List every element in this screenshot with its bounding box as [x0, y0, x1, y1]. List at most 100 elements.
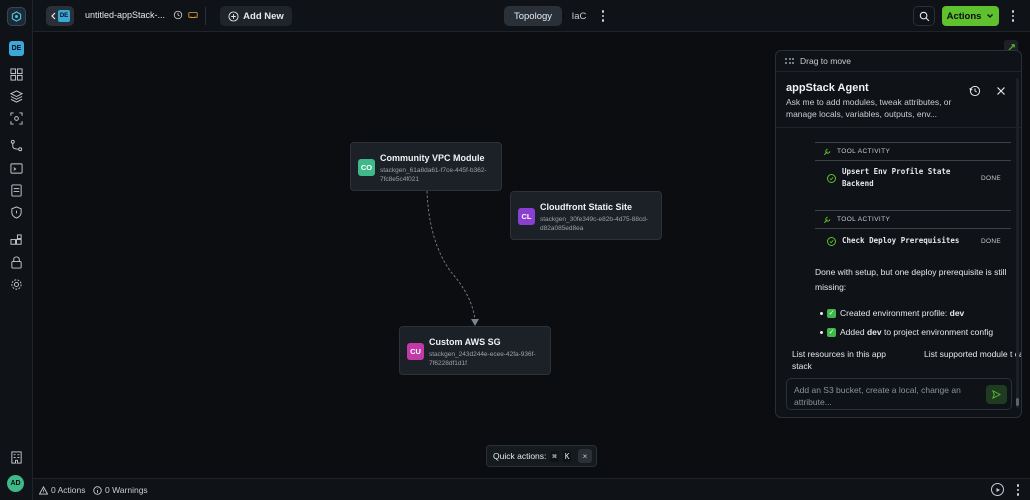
tool-activity-header: TOOL ACTIVITY	[815, 211, 1011, 229]
workspace-badge[interactable]: DE	[9, 41, 24, 56]
node-badge: CU	[407, 343, 424, 360]
grip-icon	[785, 58, 794, 64]
agent-conversation: TOOL ACTIVITY Upsert Env Profile State B…	[776, 129, 1021, 342]
tab-topology[interactable]: Topology	[504, 6, 562, 26]
lock-icon[interactable]	[8, 254, 25, 271]
agent-input-placeholder: Add an S3 bucket, create a local, change…	[794, 385, 961, 407]
agent-subtitle: Ask me to add modules, tweak attributes,…	[786, 97, 952, 119]
search-icon	[919, 11, 929, 21]
dashboard-icon[interactable]	[8, 66, 25, 83]
search-button[interactable]	[913, 6, 935, 26]
tool-activity-header: TOOL ACTIVITY	[815, 143, 1011, 161]
node-title: Cloudfront Static Site	[540, 202, 632, 212]
list-item: ✓ Added dev to project environment confi…	[820, 327, 993, 337]
check-circle-icon	[827, 173, 836, 183]
divider	[205, 7, 206, 25]
wrench-icon	[823, 216, 831, 223]
agent-input[interactable]: Add an S3 bucket, create a local, change…	[786, 378, 1012, 410]
tool-activity-card: TOOL ACTIVITY Check Deploy Prerequisites…	[815, 210, 1011, 253]
tool-row: Check Deploy Prerequisites DONE	[815, 229, 1011, 253]
close-icon[interactable]: ×	[578, 449, 592, 463]
building-icon[interactable]	[8, 449, 25, 466]
history-icon[interactable]	[969, 85, 981, 97]
warnings-status[interactable]: 0 Warnings	[93, 485, 148, 495]
stack-title[interactable]: untitled-appStack-...	[85, 10, 165, 20]
plus-circle-icon	[228, 10, 239, 22]
agent-header: appStack Agent Ask me to add modules, tw…	[776, 72, 1021, 128]
top-bar: DE untitled-appStack-... Add New Topolog…	[33, 0, 1030, 32]
quick-actions-label: Quick actions:	[493, 451, 547, 461]
info-circle-icon	[93, 485, 102, 495]
left-rail: DE AD	[0, 0, 33, 500]
shortcut-key: K	[562, 450, 572, 462]
aws-icon	[188, 12, 198, 18]
drag-label: Drag to move	[800, 56, 852, 66]
send-icon	[992, 390, 1001, 399]
actions-count: 0 Actions	[51, 485, 86, 495]
node-badge: CO	[358, 159, 375, 176]
back-button[interactable]: DE	[46, 6, 74, 26]
tool-row: Upsert Env Profile State Backend DONE	[815, 161, 1011, 195]
more-vertical-icon[interactable]	[598, 8, 608, 24]
tool-status: DONE	[981, 237, 1001, 245]
settings-icon[interactable]	[8, 276, 25, 293]
app-logo-icon[interactable]	[7, 7, 26, 26]
node-title: Community VPC Module	[380, 153, 485, 163]
more-vertical-icon[interactable]	[1013, 482, 1023, 498]
suggestion-chip[interactable]: List supported module t can add	[924, 349, 1021, 361]
scan-icon[interactable]	[8, 110, 25, 127]
wrench-icon	[823, 148, 831, 155]
tool-name: Check Deploy Prerequisites	[842, 236, 960, 245]
layers-icon[interactable]	[8, 88, 25, 105]
app-root: DE AD DE untitled-appStack-... Add New T…	[0, 0, 1030, 500]
modules-icon[interactable]	[8, 232, 25, 249]
tool-activity-label: TOOL ACTIVITY	[837, 148, 891, 155]
quick-actions-bar[interactable]: Quick actions: ⌘ K ×	[486, 445, 597, 467]
node-custom-aws-sg[interactable]: CU Custom AWS SG stackgen_243d244e-ecee-…	[399, 326, 551, 375]
tab-iac[interactable]: IaC	[566, 6, 592, 26]
document-icon[interactable]	[8, 182, 25, 199]
tool-activity-card: TOOL ACTIVITY Upsert Env Profile State B…	[815, 142, 1011, 195]
more-vertical-icon[interactable]	[1008, 8, 1018, 24]
agent-panel: Drag to move appStack Agent Ask me to ad…	[775, 50, 1022, 418]
warning-triangle-icon	[39, 485, 48, 495]
actions-button[interactable]: Actions	[942, 6, 999, 26]
chevron-left-icon	[51, 12, 56, 20]
node-id: stackgen_61a8da61-f7ce-445f-b362-7fc8e5c…	[380, 167, 487, 183]
play-icon	[996, 487, 1000, 492]
agent-title: appStack Agent	[786, 82, 869, 94]
actions-status[interactable]: 0 Actions	[39, 485, 86, 495]
status-bar: 0 Actions 0 Warnings	[33, 478, 1030, 500]
node-badge: CL	[518, 208, 535, 225]
agent-message: Done with setup, but one deploy prerequi…	[815, 267, 1007, 292]
add-new-label: Add New	[243, 10, 284, 22]
close-icon[interactable]	[995, 85, 1007, 97]
shield-icon[interactable]	[8, 204, 25, 221]
title-icons	[173, 10, 198, 20]
actions-label: Actions	[946, 10, 982, 22]
list-item: ✓ Created environment profile: dev	[820, 308, 964, 318]
avatar[interactable]: AD	[7, 475, 24, 492]
send-button[interactable]	[986, 385, 1007, 404]
suggestion-chip[interactable]: List resources in this app stack	[792, 349, 902, 372]
history-icon[interactable]	[173, 10, 183, 20]
tool-activity-label: TOOL ACTIVITY	[837, 216, 891, 223]
warnings-count: 0 Warnings	[105, 485, 148, 495]
play-button[interactable]	[991, 483, 1004, 496]
add-new-button[interactable]: Add New	[220, 6, 292, 26]
drag-handle[interactable]: Drag to move	[776, 51, 1021, 72]
node-title: Custom AWS SG	[429, 337, 501, 347]
check-circle-icon	[827, 236, 836, 246]
node-community-vpc-module[interactable]: CO Community VPC Module stackgen_61a8da6…	[350, 142, 502, 191]
git-branch-icon[interactable]	[8, 137, 25, 154]
workspace-mini-badge: DE	[58, 10, 70, 22]
node-id: stackgen_30fe349c-e82b-4d75-88cd-d82a085…	[540, 216, 649, 232]
panel-scrollbar[interactable]	[1015, 78, 1020, 408]
terminal-icon[interactable]	[8, 160, 25, 177]
checkmark-icon: ✓	[827, 327, 836, 337]
node-id: stackgen_243d244e-ecee-42fa-936f-7f6228d…	[429, 351, 536, 367]
tool-name: Upsert Env Profile State Backend	[842, 167, 951, 188]
node-cloudfront-static-site[interactable]: CL Cloudfront Static Site stackgen_30fe3…	[510, 191, 662, 240]
checkmark-icon: ✓	[827, 308, 836, 318]
tool-status: DONE	[981, 174, 1001, 182]
